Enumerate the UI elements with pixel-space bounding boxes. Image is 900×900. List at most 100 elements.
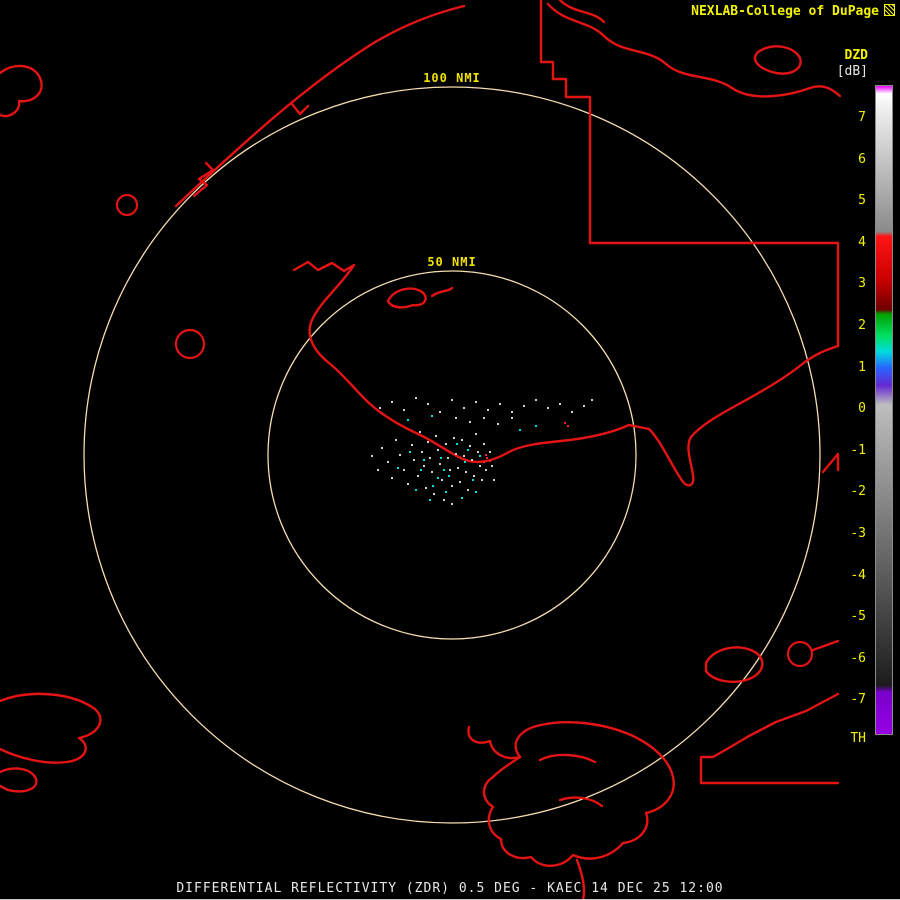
colorbar-threshold-label: TH xyxy=(838,731,866,747)
radar-echo-pixel xyxy=(523,405,525,407)
radar-echo-pixel xyxy=(497,423,499,425)
radar-echo-pixel xyxy=(415,397,417,399)
radar-echo-pixel xyxy=(567,425,569,427)
map-small-circle xyxy=(788,642,812,666)
radar-echo-pixel xyxy=(431,471,433,473)
radar-echo-pixel xyxy=(427,403,429,405)
map-boundary-path xyxy=(541,0,838,243)
map-boundary-path xyxy=(701,694,838,783)
radar-echo-pixel xyxy=(483,417,485,419)
radar-echo-pixel xyxy=(469,445,471,447)
radar-echo-pixel xyxy=(465,471,467,473)
radar-echo-pixel xyxy=(453,437,455,439)
radar-echo-pixel xyxy=(467,489,469,491)
radar-echo-pixel xyxy=(407,483,409,485)
radar-echoes xyxy=(371,397,593,505)
radar-echo-pixel xyxy=(481,479,483,481)
range-ring xyxy=(268,271,636,639)
radar-echo-pixel xyxy=(445,491,447,493)
radar-echo-pixel xyxy=(403,409,405,411)
radar-echo-pixel xyxy=(445,443,447,445)
radar-echo-pixel xyxy=(439,411,441,413)
radar-echo-pixel xyxy=(472,479,474,481)
colorbar-product-label: DZD xyxy=(838,48,868,63)
colorbar-tick: 2 xyxy=(838,318,866,334)
radar-echo-pixel xyxy=(447,457,449,459)
radar-echo-pixel xyxy=(511,417,513,419)
map-boundary-path xyxy=(0,66,42,116)
radar-echo-pixel xyxy=(485,469,487,471)
map-small-circle xyxy=(117,195,137,215)
radar-echo-pixel xyxy=(564,422,566,424)
radar-echo-pixel xyxy=(421,451,423,453)
radar-echo-pixel xyxy=(464,461,466,463)
radar-echo-pixel xyxy=(469,421,471,423)
map-boundary-path xyxy=(388,289,426,308)
radar-echo-pixel xyxy=(407,419,409,421)
map-boundary-path xyxy=(292,104,308,114)
radar-echo-pixel xyxy=(395,439,397,441)
map-boundary-path xyxy=(823,454,838,472)
radar-echo-pixel xyxy=(479,455,481,457)
radar-echo-pixel xyxy=(483,461,485,463)
colorbar-tick: 5 xyxy=(838,193,866,209)
radar-echo-pixel xyxy=(431,415,433,417)
radar-echo-pixel xyxy=(477,451,479,453)
radar-echo-pixel xyxy=(381,447,383,449)
map-boundary-path xyxy=(176,6,464,206)
radar-echo-pixel xyxy=(463,407,465,409)
radar-echo-pixel xyxy=(439,463,441,465)
radar-echo-pixel xyxy=(379,407,381,409)
radar-echo-pixel xyxy=(403,469,405,471)
map-boundary-path xyxy=(484,722,674,866)
radar-echo-pixel xyxy=(475,433,477,435)
map-boundary-path xyxy=(0,768,36,791)
radar-echo-pixel xyxy=(420,469,422,471)
radar-echo-pixel xyxy=(473,475,475,477)
radar-echo-pixel xyxy=(451,399,453,401)
radar-echo-pixel xyxy=(429,499,431,501)
map-boundary-path xyxy=(540,755,595,762)
app-title: NEXLAB-College of DuPage xyxy=(691,4,895,19)
colorbar-tick: -3 xyxy=(838,526,866,542)
radar-echo-pixel xyxy=(591,399,593,401)
radar-echo-pixel xyxy=(535,399,537,401)
colorbar-tick: -6 xyxy=(838,651,866,667)
radar-echo-pixel xyxy=(433,493,435,495)
radar-echo-pixel xyxy=(583,405,585,407)
range-ring-label: 100 NMI xyxy=(418,70,486,86)
radar-echo-pixel xyxy=(427,441,429,443)
radar-echo-pixel xyxy=(371,455,373,457)
radar-echo-pixel xyxy=(440,457,442,459)
radar-echo-pixel xyxy=(467,449,469,451)
radar-echo-pixel xyxy=(437,477,439,479)
radar-echo-pixel xyxy=(475,401,477,403)
radar-echo-pixel xyxy=(437,449,439,451)
radar-echo-pixel xyxy=(489,460,491,462)
radar-echo-pixel xyxy=(409,451,411,453)
map-boundary-path xyxy=(755,46,801,73)
radar-echo-pixel xyxy=(547,407,549,409)
radar-echo-pixel xyxy=(423,465,425,467)
colorbar-tick: 0 xyxy=(838,401,866,417)
radar-echo-pixel xyxy=(451,485,453,487)
range-ring-label: 50 NMI xyxy=(422,254,481,270)
radar-echo-pixel xyxy=(456,443,458,445)
radar-echo-pixel xyxy=(435,435,437,437)
map-boundary-path xyxy=(813,641,838,650)
radar-echo-pixel xyxy=(457,467,459,469)
radar-echo-pixel xyxy=(415,489,417,491)
map-boundary-path xyxy=(0,694,100,763)
app-title-text: NEXLAB-College of DuPage xyxy=(691,4,879,19)
radar-echo-pixel xyxy=(387,461,389,463)
range-ring xyxy=(84,87,820,823)
radar-echo-pixel xyxy=(443,499,445,501)
colorbar-tick: -4 xyxy=(838,568,866,584)
colorbar-tick: -7 xyxy=(838,692,866,708)
radar-echo-pixel xyxy=(455,453,457,455)
colorbar-tick: 7 xyxy=(838,110,866,126)
colorbar-tick: -1 xyxy=(838,443,866,459)
colorbar xyxy=(875,85,893,735)
radar-display: NEXLAB-College of DuPage DZD [dB] 765432… xyxy=(0,0,900,900)
radar-echo-pixel xyxy=(519,429,521,431)
